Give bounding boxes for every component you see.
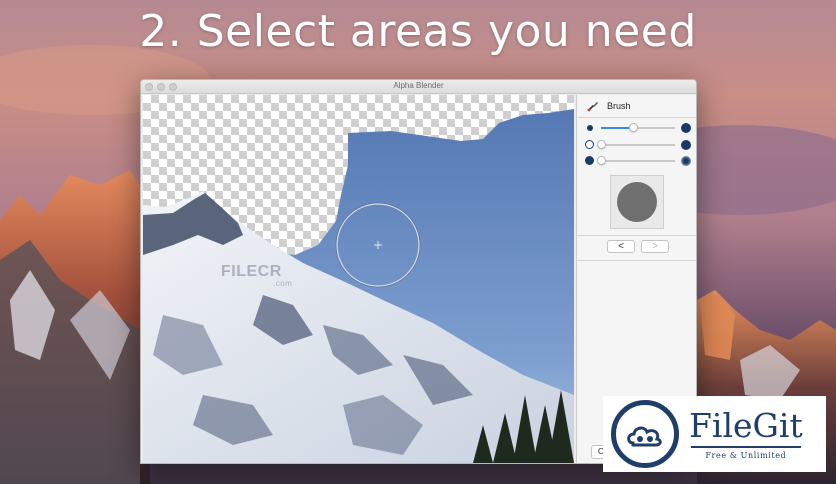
tool-header: Brush: [587, 98, 631, 114]
filegit-divider: [690, 446, 801, 448]
hard-edge-icon: [585, 140, 594, 149]
slider-track: [601, 144, 675, 146]
brush-preview: [610, 175, 664, 229]
large-brush-icon: [681, 123, 691, 133]
filegit-text: FileGit Free & Unlimited: [689, 406, 803, 461]
soft-edge-icon: [681, 140, 691, 150]
slider-track: [601, 160, 675, 162]
slider-thumb[interactable]: [597, 140, 606, 149]
panel-divider: [577, 260, 696, 261]
brush-size-slider[interactable]: [585, 122, 691, 134]
slider-thumb[interactable]: [597, 156, 606, 165]
brush-icon: [587, 102, 598, 112]
filegit-tagline: Free & Unlimited: [705, 451, 787, 460]
window-titlebar: Alpha Blender: [141, 80, 696, 94]
tool-title: Brush: [607, 101, 631, 111]
filegit-logo: [611, 400, 679, 468]
image-canvas[interactable]: FILECR .com: [143, 95, 574, 463]
cloud-icon: [627, 426, 662, 447]
watermark: FILECR .com: [221, 263, 292, 288]
previous-button[interactable]: <: [607, 240, 635, 253]
transparent-icon: [681, 156, 691, 166]
window-title: Alpha Blender: [393, 81, 444, 90]
mountain-photo: [143, 109, 574, 463]
watermark-text: FILECR: [221, 263, 282, 280]
brush-opacity-slider[interactable]: [585, 155, 691, 167]
headline: 2. Select areas you need: [139, 6, 697, 57]
watermark-sub: .com: [273, 279, 293, 288]
next-button[interactable]: >: [641, 240, 669, 253]
opaque-icon: [585, 156, 594, 165]
filegit-badge: FileGit Free & Unlimited: [603, 396, 826, 472]
panel-divider: [577, 235, 696, 236]
small-brush-icon: [587, 125, 593, 131]
slider-thumb[interactable]: [628, 123, 638, 132]
panel-divider: [577, 117, 696, 118]
brush-preview-disc: [617, 182, 657, 222]
filegit-name: FileGit: [689, 406, 803, 445]
brush-softness-slider[interactable]: [585, 139, 691, 151]
